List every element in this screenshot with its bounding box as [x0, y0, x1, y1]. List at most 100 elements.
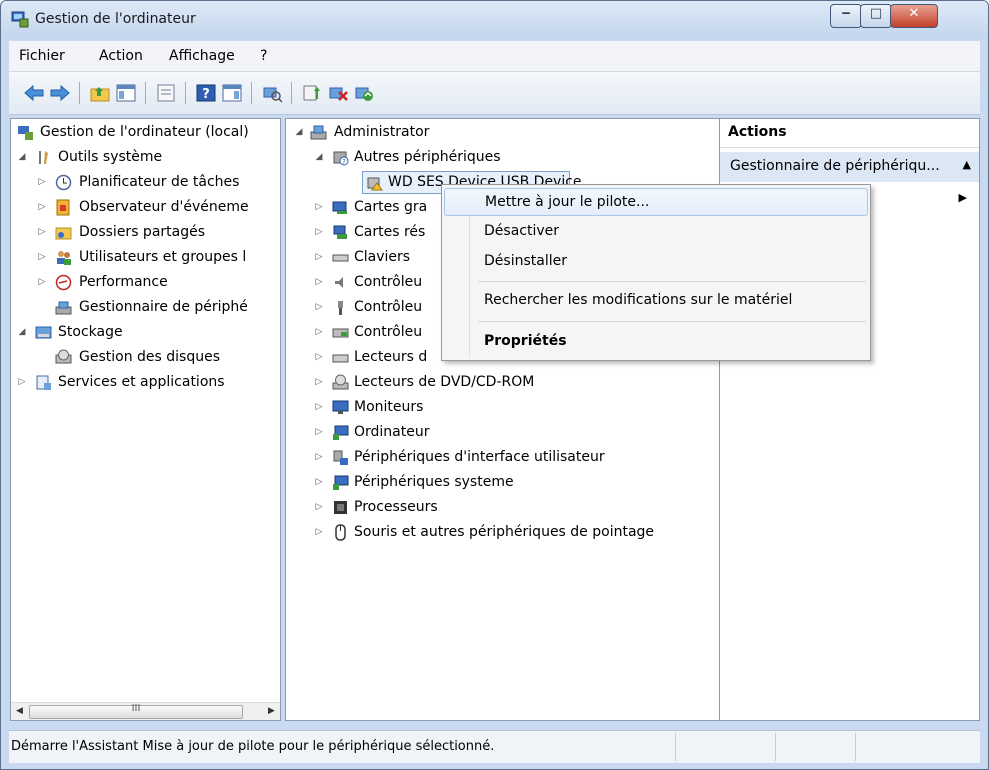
menu-disable[interactable]: Désactiver: [444, 218, 868, 244]
expand-icon[interactable]: ▷: [37, 221, 47, 243]
tree-label: Observateur d'événeme: [79, 199, 249, 215]
close-button[interactable]: ✕: [890, 4, 938, 28]
menu-help[interactable]: ?: [260, 48, 267, 64]
storage-controller-icon: [332, 328, 349, 338]
collapse-icon[interactable]: ◢: [314, 146, 324, 168]
disable-device-icon[interactable]: [353, 83, 375, 103]
hid-icon: [333, 450, 348, 465]
title-bar[interactable]: Gestion de l'ordinateur ‒ □ ✕: [1, 1, 988, 39]
status-text: Démarre l'Assistant Mise à jour de pilot…: [11, 739, 495, 754]
menu-separator: [478, 321, 866, 322]
maximize-icon: □: [869, 6, 883, 21]
tree-label: Cartes rés: [354, 224, 426, 240]
expand-icon[interactable]: ▷: [314, 396, 324, 418]
scroll-right-icon[interactable]: ▶: [263, 703, 280, 720]
svg-text:?: ?: [202, 87, 210, 102]
network-adapter-icon: [333, 225, 347, 239]
tree-label: Périphériques systeme: [354, 474, 514, 490]
window-title: Gestion de l'ordinateur: [35, 11, 196, 27]
tree-label: Outils système: [58, 149, 163, 165]
more-actions-arrow-icon[interactable]: ▶: [959, 191, 967, 204]
tree-label: Contrôleu: [354, 299, 423, 315]
expand-icon[interactable]: ▷: [314, 496, 324, 518]
status-bar: Démarre l'Assistant Mise à jour de pilot…: [9, 730, 980, 763]
mouse-icon: [335, 524, 346, 541]
expand-icon[interactable]: ▷: [314, 346, 324, 368]
expand-icon[interactable]: ▷: [37, 246, 47, 268]
expand-icon[interactable]: ▷: [314, 521, 324, 543]
clock-icon: [55, 174, 72, 191]
performance-icon: [55, 274, 72, 291]
collapse-up-icon[interactable]: ▲: [963, 158, 971, 171]
status-divider: [675, 733, 676, 761]
up-folder-icon[interactable]: [89, 83, 111, 103]
menu-separator: [478, 281, 866, 282]
scroll-left-icon[interactable]: ◀: [11, 703, 28, 720]
maximize-button[interactable]: □: [860, 4, 892, 28]
expand-icon[interactable]: ▷: [314, 296, 324, 318]
toolbar-separator: [145, 82, 146, 104]
tree-label: Contrôleu: [354, 324, 423, 340]
usb-controller-icon: [338, 301, 343, 315]
actions-title: Actions: [728, 124, 787, 140]
uninstall-device-icon[interactable]: [327, 83, 349, 103]
tree-label: Stockage: [58, 324, 123, 340]
minimize-icon: ‒: [841, 6, 851, 21]
menu-affichage[interactable]: Affichage: [169, 48, 235, 64]
collapse-icon[interactable]: ◢: [17, 146, 27, 168]
expand-icon[interactable]: ▷: [314, 221, 324, 243]
console-tree-pane: Gestion de l'ordinateur (local) ◢ Outils…: [10, 118, 281, 721]
sound-controller-icon: [335, 277, 343, 288]
forward-arrow-icon[interactable]: [49, 83, 71, 103]
update-driver-icon[interactable]: [301, 83, 323, 103]
status-divider: [775, 733, 776, 761]
menu-update-driver[interactable]: Mettre à jour le pilote...: [444, 188, 868, 216]
menu-item-label: Propriétés: [484, 333, 567, 349]
expand-icon[interactable]: ▷: [314, 196, 324, 218]
expand-icon[interactable]: ▷: [314, 321, 324, 343]
tree-label: Dossiers partagés: [79, 224, 206, 240]
display-adapter-icon: [332, 201, 347, 214]
device-manager-icon: [55, 301, 72, 315]
menu-properties[interactable]: Propriétés: [444, 328, 868, 354]
computer-management-icon: [11, 11, 29, 28]
back-arrow-icon[interactable]: [23, 83, 45, 103]
actions-section-label: Gestionnaire de périphériqu...: [730, 158, 940, 174]
expand-icon[interactable]: ▷: [37, 171, 47, 193]
actions-header: Actions: [720, 119, 979, 148]
monitor-icon: [332, 400, 349, 414]
tree-label: Planificateur de tâches: [79, 174, 240, 190]
scroll-thumb[interactable]: III: [29, 703, 243, 719]
expand-icon[interactable]: ▷: [314, 421, 324, 443]
menu-uninstall[interactable]: Désinstaller: [444, 248, 868, 274]
expand-icon[interactable]: ▷: [314, 271, 324, 293]
svg-text:?: ?: [342, 158, 346, 166]
actions-section-device-manager[interactable]: Gestionnaire de périphériqu... ▲: [720, 152, 979, 182]
minimize-button[interactable]: ‒: [830, 4, 862, 28]
expand-icon[interactable]: ▷: [314, 471, 324, 493]
help-icon[interactable]: ?: [195, 83, 217, 103]
show-hide-action-pane-icon[interactable]: [221, 83, 243, 103]
menu-fichier[interactable]: Fichier: [19, 48, 65, 64]
status-divider: [855, 733, 856, 761]
expand-icon[interactable]: ▷: [314, 246, 324, 268]
collapse-icon[interactable]: ◢: [17, 321, 27, 343]
expand-icon[interactable]: ▷: [314, 446, 324, 468]
menu-action[interactable]: Action: [99, 48, 143, 64]
expand-icon[interactable]: ▷: [37, 196, 47, 218]
expand-icon[interactable]: ▷: [37, 271, 47, 293]
tree-label: Utilisateurs et groupes l: [79, 249, 247, 265]
scan-hardware-icon[interactable]: [261, 83, 283, 103]
collapse-icon[interactable]: ◢: [294, 121, 304, 143]
menu-item-label: Rechercher les modifications sur le maté…: [484, 292, 793, 308]
tree-label: Autres périphériques: [354, 149, 501, 165]
tree-label: Périphériques d'interface utilisateur: [354, 449, 605, 465]
export-list-icon[interactable]: [155, 83, 177, 103]
show-hide-tree-icon[interactable]: [115, 83, 137, 103]
menu-scan-hardware[interactable]: Rechercher les modifications sur le maté…: [444, 287, 868, 313]
toolbar: ?: [9, 72, 980, 115]
tree-label: Lecteurs de DVD/CD-ROM: [354, 374, 535, 390]
horizontal-scrollbar[interactable]: ◀ III ▶: [11, 702, 280, 720]
expand-icon[interactable]: ▷: [314, 371, 324, 393]
expand-icon[interactable]: ▷: [17, 371, 27, 393]
